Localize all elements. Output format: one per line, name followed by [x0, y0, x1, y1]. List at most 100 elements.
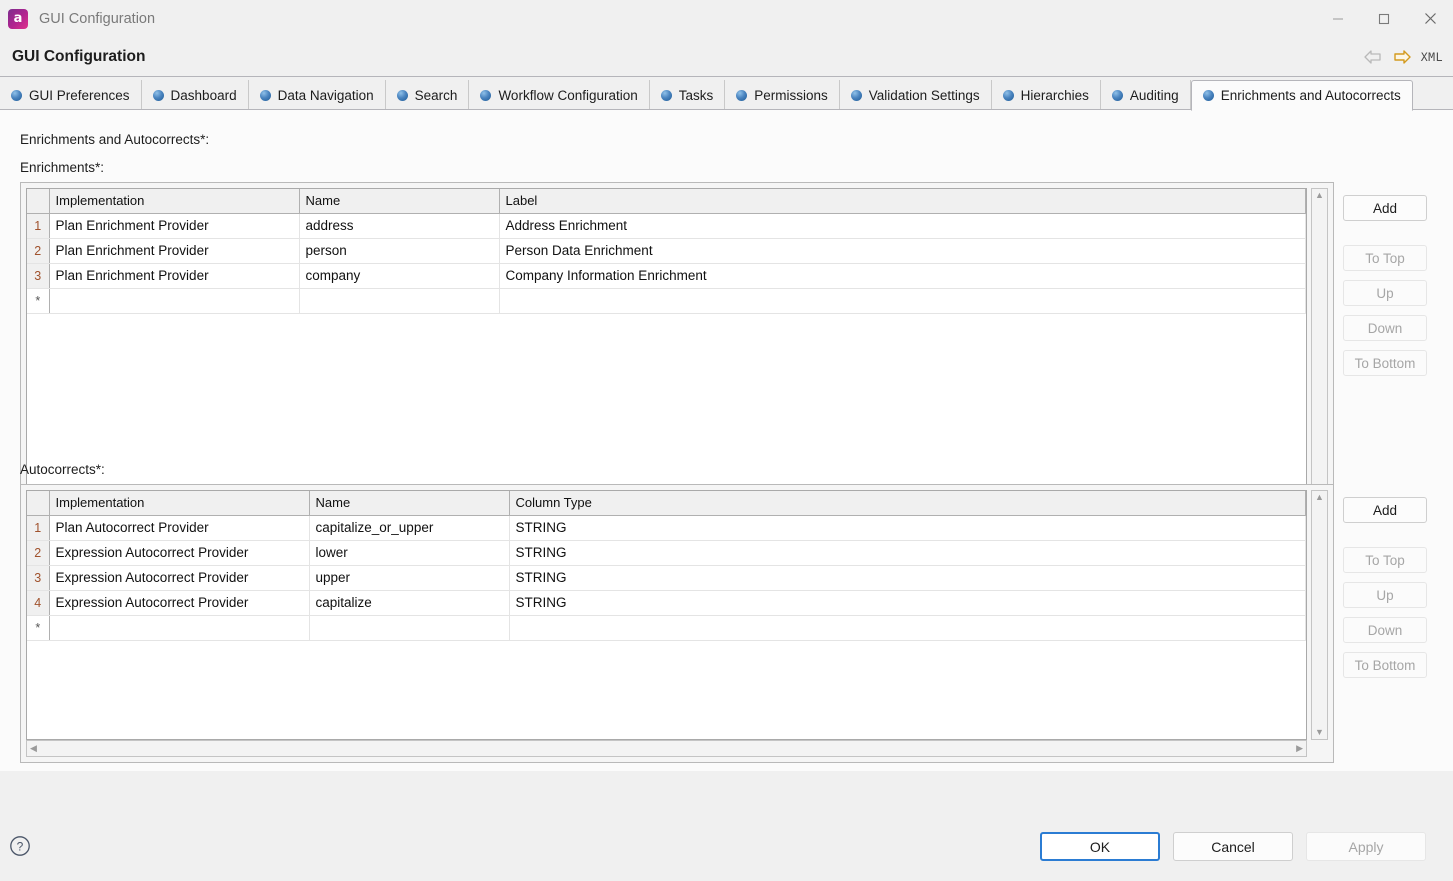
- column-header-label[interactable]: Label: [499, 189, 1306, 213]
- back-arrow-icon[interactable]: [1363, 49, 1383, 65]
- cell-column-type-empty[interactable]: [509, 615, 1306, 640]
- header-nav: XML: [1363, 37, 1443, 77]
- xml-link[interactable]: XML: [1421, 50, 1443, 64]
- cell-column-type[interactable]: STRING: [509, 515, 1306, 540]
- tab-bullet-icon: [480, 90, 491, 101]
- scroll-left-icon[interactable]: ◀: [27, 742, 40, 755]
- tab-data-navigation[interactable]: Data Navigation: [249, 80, 386, 110]
- cell-label-empty[interactable]: [499, 288, 1306, 313]
- apply-button[interactable]: Apply: [1306, 832, 1426, 861]
- column-header-implementation[interactable]: Implementation: [49, 491, 309, 515]
- column-header-implementation[interactable]: Implementation: [49, 189, 299, 213]
- cell-implementation-empty[interactable]: [49, 615, 309, 640]
- maximize-icon[interactable]: [1361, 0, 1407, 37]
- autocorrects-table[interactable]: ImplementationNameColumn Type 1Plan Auto…: [26, 490, 1307, 740]
- tab-strip: GUI PreferencesDashboardData Navigation S…: [0, 78, 1453, 110]
- cell-name[interactable]: company: [299, 263, 499, 288]
- cell-label[interactable]: Address Enrichment: [499, 213, 1306, 238]
- autocorrects-side-buttons: Add To Top Up Down To Bottom: [1343, 497, 1427, 678]
- enrichments-to-top-button[interactable]: To Top: [1343, 245, 1427, 271]
- section-label-enrichments: Enrichments*:: [20, 160, 104, 175]
- tab-bullet-icon: [153, 90, 164, 101]
- new-row-marker: *: [27, 615, 49, 640]
- column-header-name[interactable]: Name: [299, 189, 499, 213]
- cell-name[interactable]: capitalize: [309, 590, 509, 615]
- column-header-name[interactable]: Name: [309, 491, 509, 515]
- autocorrects-add-button[interactable]: Add: [1343, 497, 1427, 523]
- tab-search[interactable]: Search: [386, 80, 470, 110]
- table-row[interactable]: 1Plan Autocorrect Providercapitalize_or_…: [27, 515, 1306, 540]
- scroll-down-icon[interactable]: ▼: [1312, 726, 1327, 739]
- cell-implementation[interactable]: Plan Enrichment Provider: [49, 213, 299, 238]
- cancel-button[interactable]: Cancel: [1173, 832, 1293, 861]
- tab-label: Auditing: [1130, 88, 1179, 103]
- cell-column-type[interactable]: STRING: [509, 565, 1306, 590]
- cell-name-empty[interactable]: [299, 288, 499, 313]
- autocorrects-vertical-scrollbar[interactable]: ▲ ▼: [1311, 490, 1328, 740]
- forward-arrow-icon[interactable]: [1392, 49, 1412, 65]
- autocorrects-body: 1Plan Autocorrect Providercapitalize_or_…: [27, 515, 1306, 640]
- autocorrects-horizontal-scrollbar[interactable]: ◀ ▶: [26, 740, 1307, 757]
- tab-label: Permissions: [754, 88, 828, 103]
- cell-name[interactable]: address: [299, 213, 499, 238]
- cell-name[interactable]: capitalize_or_upper: [309, 515, 509, 540]
- cell-label[interactable]: Company Information Enrichment: [499, 263, 1306, 288]
- tab-workflow-configuration[interactable]: Workflow Configuration: [469, 80, 649, 110]
- table-row[interactable]: 1Plan Enrichment ProvideraddressAddress …: [27, 213, 1306, 238]
- table-row[interactable]: 4Expression Autocorrect Providercapitali…: [27, 590, 1306, 615]
- app-icon-glyph: a: [14, 12, 23, 25]
- tab-validation-settings[interactable]: Validation Settings: [840, 80, 992, 110]
- tab-bullet-icon: [661, 90, 672, 101]
- cell-implementation[interactable]: Plan Enrichment Provider: [49, 238, 299, 263]
- autocorrects-down-button[interactable]: Down: [1343, 617, 1427, 643]
- cell-implementation[interactable]: Plan Enrichment Provider: [49, 263, 299, 288]
- tab-hierarchies[interactable]: Hierarchies: [992, 80, 1101, 110]
- new-row-placeholder[interactable]: *: [27, 288, 1306, 313]
- footer-buttons: OK Cancel Apply: [1040, 832, 1426, 861]
- enrichments-down-button[interactable]: Down: [1343, 315, 1427, 341]
- enrichments-add-button[interactable]: Add: [1343, 195, 1427, 221]
- cell-implementation[interactable]: Expression Autocorrect Provider: [49, 590, 309, 615]
- cell-implementation[interactable]: Plan Autocorrect Provider: [49, 515, 309, 540]
- autocorrects-up-button[interactable]: Up: [1343, 582, 1427, 608]
- tab-label: Search: [415, 88, 458, 103]
- cell-implementation[interactable]: Expression Autocorrect Provider: [49, 565, 309, 590]
- enrichments-to-bottom-button[interactable]: To Bottom: [1343, 350, 1427, 376]
- new-row-marker: *: [27, 288, 49, 313]
- tab-gui-preferences[interactable]: GUI Preferences: [0, 80, 142, 110]
- cell-column-type[interactable]: STRING: [509, 540, 1306, 565]
- autocorrects-to-bottom-button[interactable]: To Bottom: [1343, 652, 1427, 678]
- cell-implementation-empty[interactable]: [49, 288, 299, 313]
- scroll-up-icon[interactable]: ▲: [1312, 491, 1327, 504]
- table-row[interactable]: 3Plan Enrichment ProvidercompanyCompany …: [27, 263, 1306, 288]
- tab-bullet-icon: [736, 90, 747, 101]
- autocorrects-table-frame: ImplementationNameColumn Type 1Plan Auto…: [20, 484, 1334, 763]
- autocorrects-grid: ImplementationNameColumn Type 1Plan Auto…: [27, 491, 1306, 641]
- table-row[interactable]: 2Expression Autocorrect ProviderlowerSTR…: [27, 540, 1306, 565]
- autocorrects-to-top-button[interactable]: To Top: [1343, 547, 1427, 573]
- enrichments-up-button[interactable]: Up: [1343, 280, 1427, 306]
- minimize-icon[interactable]: [1315, 0, 1361, 37]
- app-icon: a: [8, 9, 28, 29]
- tab-tasks[interactable]: Tasks: [650, 80, 726, 110]
- tab-enrichments-and-autocorrects[interactable]: Enrichments and Autocorrects: [1191, 80, 1413, 111]
- close-icon[interactable]: [1407, 0, 1453, 37]
- cell-column-type[interactable]: STRING: [509, 590, 1306, 615]
- table-row[interactable]: 2Plan Enrichment ProviderpersonPerson Da…: [27, 238, 1306, 263]
- new-row-placeholder[interactable]: *: [27, 615, 1306, 640]
- scroll-up-icon[interactable]: ▲: [1312, 189, 1327, 202]
- tab-dashboard[interactable]: Dashboard: [142, 80, 249, 110]
- table-row[interactable]: 3Expression Autocorrect ProviderupperSTR…: [27, 565, 1306, 590]
- tab-permissions[interactable]: Permissions: [725, 80, 840, 110]
- scroll-right-icon[interactable]: ▶: [1293, 742, 1306, 755]
- column-header-column-type[interactable]: Column Type: [509, 491, 1306, 515]
- cell-implementation[interactable]: Expression Autocorrect Provider: [49, 540, 309, 565]
- ok-button[interactable]: OK: [1040, 832, 1160, 861]
- cell-label[interactable]: Person Data Enrichment: [499, 238, 1306, 263]
- tab-auditing[interactable]: Auditing: [1101, 80, 1191, 110]
- cell-name[interactable]: upper: [309, 565, 509, 590]
- cell-name[interactable]: person: [299, 238, 499, 263]
- cell-name-empty[interactable]: [309, 615, 509, 640]
- help-icon[interactable]: ?: [9, 835, 31, 857]
- cell-name[interactable]: lower: [309, 540, 509, 565]
